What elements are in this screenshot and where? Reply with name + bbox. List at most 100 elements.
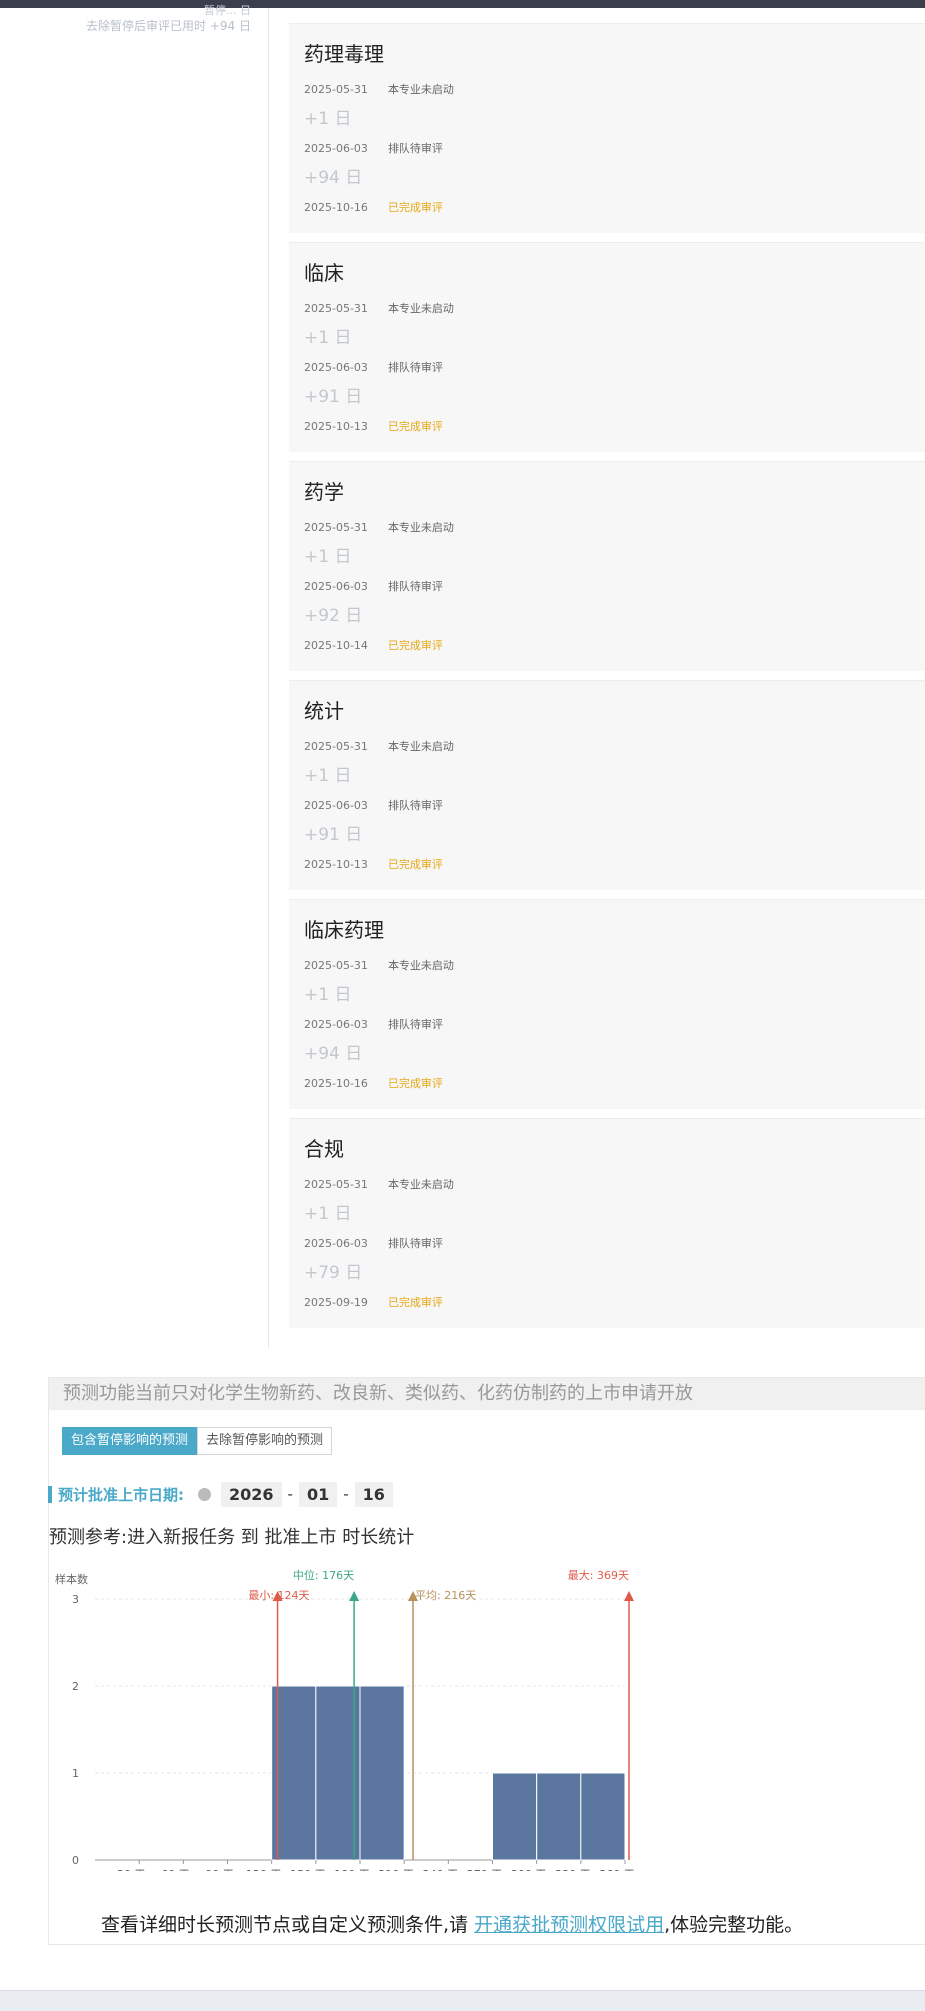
reference-title: 预测参考:进入新报任务 到 批准上市 时长统计 <box>49 1527 415 1548</box>
step-status: 已完成审评 <box>387 1077 443 1090</box>
elapsed-summary: 去除暂停后审评已用时 +94 日 <box>86 19 251 33</box>
histogram-bar <box>536 1772 582 1861</box>
timeline-row: 2025-10-16 已完成审评 <box>304 1075 443 1091</box>
step-date: 2025-06-03 <box>304 580 368 593</box>
step-status: 排队待审评 <box>387 1237 443 1250</box>
median-marker-label: 中位: 176天 <box>293 1568 354 1582</box>
step-status: 已完成审评 <box>387 420 443 433</box>
step-date: 2025-05-31 <box>304 83 368 96</box>
x-tick-label: 360 天 <box>599 1868 635 1871</box>
left-panel: 暂停... 日 去除暂停后审评已用时 +94 日 <box>0 4 268 1348</box>
top-bar <box>0 0 925 8</box>
x-tick-label: 300 天 <box>511 1868 547 1871</box>
y-tick-label: 1 <box>72 1767 79 1780</box>
prediction-section: 预测功能当前只对化学生物新药、改良新、类似药、化药仿制药的上市申请开放 包含暂停… <box>48 1377 925 1945</box>
elapsed-days: +92 日 <box>304 606 363 626</box>
step-date: 2025-05-31 <box>304 959 368 972</box>
x-tick-label: 180 天 <box>334 1868 370 1871</box>
step-date: 2025-06-03 <box>304 799 368 812</box>
duration-histogram: 样本数012330 天60 天90 天120 天150 天180 天210 天2… <box>55 1568 635 1871</box>
pause-summary: 暂停... 日 <box>204 4 251 17</box>
predicted-date-label: 预计批准上市日期: <box>58 1485 184 1504</box>
step-status: 排队待审评 <box>387 361 443 374</box>
tab-include-pause[interactable]: 包含暂停影响的预测 <box>62 1427 198 1455</box>
timeline-row: 2025-05-31 本专业未启动 <box>304 1176 454 1192</box>
step-status: 本专业未启动 <box>387 1178 454 1191</box>
card-title: 药理毒理 <box>304 42 384 66</box>
date-month: 01 <box>298 1481 338 1507</box>
step-status: 本专业未启动 <box>387 521 454 534</box>
x-tick-label: 240 天 <box>423 1868 459 1871</box>
prediction-notice: 预测功能当前只对化学生物新药、改良新、类似药、化药仿制药的上市申请开放 <box>49 1378 925 1410</box>
timeline-row: 2025-05-31 本专业未启动 <box>304 519 454 535</box>
elapsed-days: +1 日 <box>304 547 352 567</box>
step-date: 2025-10-13 <box>304 858 368 871</box>
timeline-row: 2025-09-19 已完成审评 <box>304 1294 443 1310</box>
predicted-date: 预计批准上市日期: 2026 - 01 - 16 <box>48 1480 393 1508</box>
card-title: 临床药理 <box>304 918 384 942</box>
y-tick-label: 0 <box>72 1854 79 1867</box>
timeline-row: 2025-05-31 本专业未启动 <box>304 300 454 316</box>
card-title: 药学 <box>304 480 344 504</box>
step-status: 排队待审评 <box>387 799 443 812</box>
elapsed-days: +94 日 <box>304 168 363 188</box>
elapsed-days: +91 日 <box>304 825 363 845</box>
step-date: 2025-06-03 <box>304 1018 368 1031</box>
step-date: 2025-06-03 <box>304 361 368 374</box>
step-status: 本专业未启动 <box>387 740 454 753</box>
bottom-bar <box>0 1990 925 2011</box>
trial-link[interactable]: 开通获批预测权限试用 <box>474 1914 664 1936</box>
step-status: 本专业未启动 <box>387 302 454 315</box>
step-date: 2025-05-31 <box>304 1178 368 1191</box>
review-card: 统计 2025-05-31 本专业未启动 2025-06-03 排队待审评 2025-10… <box>289 680 925 890</box>
upgrade-text-after: ,体验完整功能。 <box>664 1914 804 1936</box>
step-status: 已完成审评 <box>387 639 443 652</box>
step-status: 已完成审评 <box>387 858 443 871</box>
timeline-row: 2025-06-03 排队待审评 <box>304 797 443 813</box>
step-status: 本专业未启动 <box>387 83 454 96</box>
histogram-bar <box>492 1772 538 1861</box>
timeline-row: 2025-10-16 已完成审评 <box>304 199 443 215</box>
review-card: 药学 2025-05-31 本专业未启动 2025-06-03 排队待审评 2025-10… <box>289 461 925 671</box>
step-date: 2025-09-19 <box>304 1296 368 1309</box>
elapsed-days: +91 日 <box>304 387 363 407</box>
card-title: 统计 <box>304 699 344 723</box>
upgrade-prompt: 查看详细时长预测节点或自定义预测条件,请 开通获批预测权限试用,体验完整功能。 <box>101 1910 803 1937</box>
step-status: 已完成审评 <box>387 1296 443 1309</box>
tab-exclude-pause[interactable]: 去除暂停影响的预测 <box>197 1427 333 1455</box>
upgrade-text-before: 查看详细时长预测节点或自定义预测条件,请 <box>101 1914 475 1936</box>
timeline-row: 2025-10-14 已完成审评 <box>304 637 443 653</box>
elapsed-days: +94 日 <box>304 1044 363 1064</box>
x-tick-label: 210 天 <box>378 1868 414 1871</box>
accent-bar <box>48 1485 52 1503</box>
card-title: 临床 <box>304 261 344 285</box>
date-separator: - <box>343 1485 349 1503</box>
elapsed-days: +1 日 <box>304 1204 352 1224</box>
review-card: 药理毒理 2025-05-31 本专业未启动 2025-06-03 排队待审评 2025-… <box>289 23 925 233</box>
x-tick-label: 270 天 <box>467 1868 503 1871</box>
status-dot-icon <box>198 1487 211 1501</box>
step-date: 2025-05-31 <box>304 740 368 753</box>
y-tick-label: 2 <box>72 1680 79 1693</box>
card-title: 合规 <box>304 1137 344 1161</box>
step-status: 排队待审评 <box>387 142 443 155</box>
x-tick-label: 90 天 <box>205 1868 234 1871</box>
x-tick-label: 330 天 <box>555 1868 591 1871</box>
elapsed-days: +79 日 <box>304 1263 363 1283</box>
elapsed-days: +1 日 <box>304 109 352 129</box>
date-separator: - <box>287 1485 293 1503</box>
prediction-tabs: 包含暂停影响的预测 去除暂停影响的预测 <box>62 1427 333 1455</box>
timeline-row: 2025-10-13 已完成审评 <box>304 856 443 872</box>
step-date: 2025-10-14 <box>304 639 368 652</box>
y-axis-label: 样本数 <box>55 1572 88 1586</box>
step-date: 2025-06-03 <box>304 142 368 155</box>
date-year: 2026 <box>221 1481 282 1507</box>
median-marker-arrow-icon <box>349 1591 360 1601</box>
max-marker-arrow-icon <box>624 1591 634 1601</box>
step-status: 已完成审评 <box>387 201 443 214</box>
step-date: 2025-05-31 <box>304 521 368 534</box>
elapsed-days: +1 日 <box>304 328 352 348</box>
step-date: 2025-06-03 <box>304 1237 368 1250</box>
histogram-bar <box>580 1772 626 1861</box>
review-card: 合规 2025-05-31 本专业未启动 2025-06-03 排队待审评 2025-09… <box>289 1118 925 1328</box>
